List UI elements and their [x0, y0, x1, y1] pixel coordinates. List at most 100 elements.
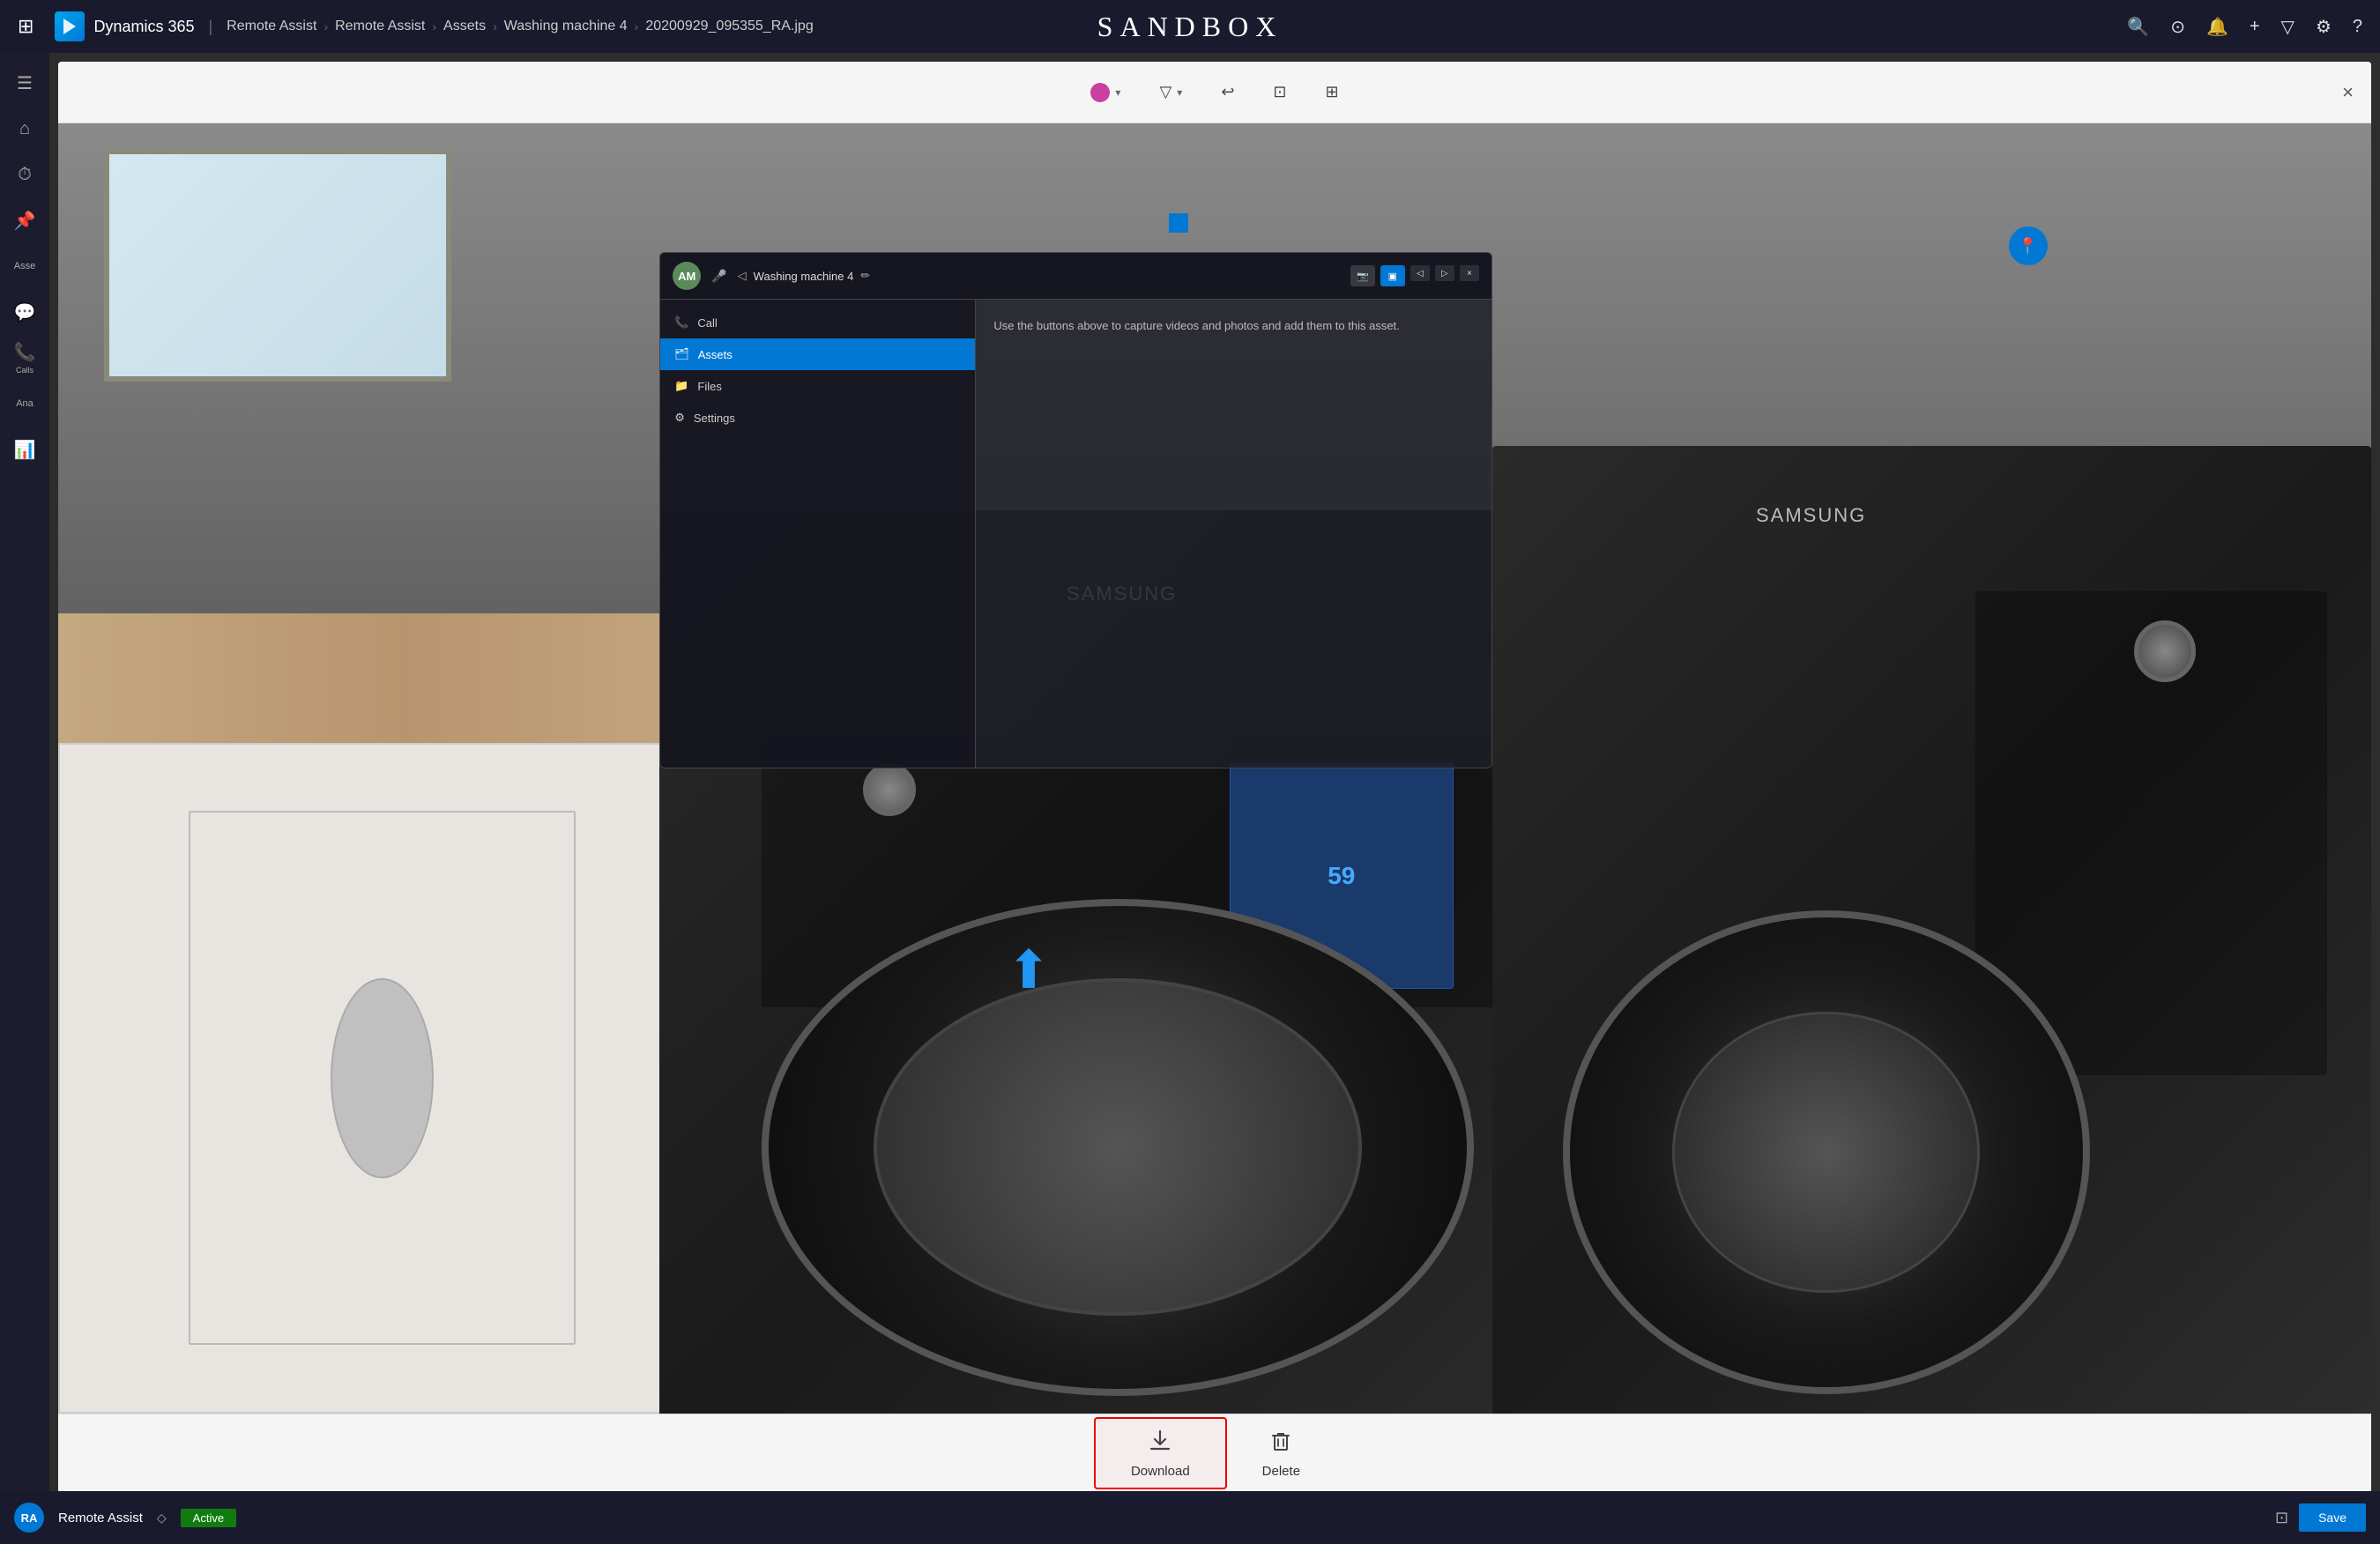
hololens-next-btn[interactable]: ▷: [1435, 265, 1454, 281]
apps-grid-icon[interactable]: ⊞: [18, 15, 33, 38]
download-icon: [1148, 1428, 1172, 1459]
sidebar-item-assets[interactable]: Asse: [4, 245, 46, 287]
analytics-label: Ana: [16, 398, 33, 409]
main-content-area: ▾ ▽ ▾ ↩ ⊡ ⊞ ×: [49, 53, 2380, 1491]
hololens-prev-btn[interactable]: ◁: [1410, 265, 1430, 281]
hololens-body: 📞 Call 🗂 Assets 📁 Files: [660, 300, 1491, 768]
breadcrumb-chevron-3: ›: [493, 19, 497, 33]
scene-counter: [58, 613, 752, 742]
brand-text[interactable]: Dynamics 365: [93, 18, 194, 36]
hololens-close-btn[interactable]: ×: [1460, 265, 1479, 281]
help-icon[interactable]: ?: [2353, 17, 2362, 37]
hololens-video-btn[interactable]: 📷: [1350, 265, 1375, 286]
hololens-content: Use the buttons above to capture videos …: [976, 300, 1491, 768]
modal-close-button[interactable]: ×: [2342, 83, 2354, 102]
download-label: Download: [1131, 1464, 1190, 1479]
menu-icon: ☰: [17, 72, 33, 94]
hololens-nav-files[interactable]: 📁 Files: [660, 370, 975, 402]
notifications-icon[interactable]: 🔔: [2206, 16, 2228, 38]
hololens-ui-panel: AM 🎤 ◁ Washing machine 4 ✏ 📷 ▣ ◁ ▷: [659, 252, 1492, 768]
download-button[interactable]: Download: [1094, 1417, 1227, 1489]
hololens-mic-icon: 🎤: [711, 269, 726, 284]
breadcrumb-item-2[interactable]: Remote Assist: [335, 19, 425, 34]
scene-dryer: SAMSUNG: [1492, 446, 2371, 1414]
hololens-back-icon: ◁: [738, 269, 747, 283]
scene-window: [104, 149, 451, 382]
filter-tool-button[interactable]: ▽ ▾: [1150, 78, 1191, 107]
add-icon[interactable]: +: [2250, 17, 2260, 37]
hololens-avatar: AM: [673, 262, 701, 290]
status-badge: Active: [181, 1509, 236, 1527]
bottom-right-area: ⊡ Save: [2275, 1503, 2366, 1532]
hololens-nav: 📞 Call 🗂 Assets 📁 Files: [660, 300, 976, 768]
settings-icon[interactable]: ⚙: [2316, 16, 2332, 38]
breadcrumb-chevron-1: ›: [324, 19, 328, 33]
sidebar-item-pinned[interactable]: 📌: [4, 199, 46, 241]
breadcrumb-item-1[interactable]: Remote Assist: [227, 19, 316, 34]
sidebar-item-chart[interactable]: 📊: [4, 428, 46, 471]
sidebar-item-analytics[interactable]: Ana: [4, 382, 46, 425]
frame-button[interactable]: ⊞: [1317, 78, 1348, 107]
bottom-status-bar: RA Remote Assist ◇ Active ⊡ Save: [0, 1491, 2380, 1544]
undo-button[interactable]: ↩: [1212, 78, 1243, 107]
sidebar-item-menu[interactable]: ☰: [4, 62, 46, 104]
chart-icon: 📊: [14, 439, 36, 461]
blue-arrow-annotation: ⬆: [1007, 939, 1051, 1001]
hololens-header: AM 🎤 ◁ Washing machine 4 ✏ 📷 ▣ ◁ ▷: [660, 253, 1491, 300]
sidebar-item-chat[interactable]: 💬: [4, 291, 46, 333]
assets-label: Asse: [14, 261, 35, 271]
search-icon[interactable]: 🔍: [2127, 16, 2149, 38]
hololens-nav-settings-label: Settings: [694, 412, 735, 425]
delete-button[interactable]: Delete: [1227, 1419, 1335, 1488]
pin-icon: 📌: [14, 210, 36, 232]
frame-icon: ⊞: [1326, 83, 1339, 101]
color-dot: [1090, 83, 1110, 102]
washing-machine-image: SAMSUNG 59 SAMSUNG: [58, 123, 2371, 1414]
filter-icon[interactable]: ▽: [2281, 16, 2294, 38]
hololens-nav-assets-label: Assets: [698, 348, 733, 361]
filter-icon: ▽: [1159, 83, 1171, 101]
hololens-title-area: ◁ Washing machine 4 ✏: [738, 269, 1340, 283]
nav-divider: |: [208, 18, 212, 36]
hololens-capture-btn[interactable]: ▣: [1380, 265, 1405, 286]
breadcrumb-item-3[interactable]: Assets: [443, 19, 486, 34]
crop-icon: ⊡: [1273, 83, 1286, 101]
crop-button[interactable]: ⊡: [1264, 78, 1295, 107]
recent-icon[interactable]: ⊙: [2170, 16, 2185, 38]
calls-label: Calls: [16, 366, 33, 375]
pin-annotation-button[interactable]: 📍: [2009, 226, 2048, 265]
top-navigation: ⊞ Dynamics 365 | Remote Assist › Remote …: [0, 0, 2380, 53]
hololens-nav-assets[interactable]: 🗂 Assets: [660, 338, 975, 370]
phone-icon: 📞: [14, 341, 36, 363]
breadcrumb-chevron-2: ›: [432, 19, 436, 33]
dynamics-logo: [55, 11, 85, 41]
sidebar-item-home[interactable]: ⌂: [4, 108, 46, 150]
screen-icon[interactable]: ⊡: [2275, 1509, 2288, 1527]
sidebar-item-calls[interactable]: 📞 Calls: [4, 337, 46, 379]
modal-action-bar: Download Delete: [58, 1414, 2371, 1491]
breadcrumb-chevron-4: ›: [635, 19, 639, 33]
breadcrumb: Remote Assist › Remote Assist › Assets ›…: [227, 19, 814, 34]
sidebar-item-recent[interactable]: ⏱: [4, 153, 46, 196]
bottom-app-name: Remote Assist: [58, 1511, 143, 1525]
call-icon: 📞: [674, 315, 688, 330]
home-icon: ⌂: [19, 119, 30, 139]
breadcrumb-item-4[interactable]: Washing machine 4: [504, 19, 628, 34]
color-chevron-icon: ▾: [1115, 86, 1120, 99]
hololens-title: Washing machine 4: [754, 270, 854, 283]
hololens-nav-settings[interactable]: ⚙ Settings: [660, 402, 975, 434]
washer-drum: [762, 899, 1474, 1396]
breadcrumb-item-5[interactable]: 20200929_095355_RA.jpg: [645, 19, 813, 34]
hololens-nav-call[interactable]: 📞 Call: [660, 307, 975, 338]
settings-icon: ⚙: [674, 411, 685, 425]
filter-chevron-icon: ▾: [1177, 86, 1182, 99]
color-picker-button[interactable]: ▾: [1082, 78, 1129, 108]
recent-icon: ⏱: [18, 165, 32, 185]
hololens-nav-files-label: Files: [697, 380, 721, 393]
save-button[interactable]: Save: [2299, 1503, 2366, 1532]
dryer-drum: [1563, 910, 2090, 1394]
scene-cabinet: [58, 743, 706, 1414]
brand-area: Dynamics 365: [55, 11, 194, 41]
hololens-edit-icon[interactable]: ✏: [860, 269, 870, 283]
capture-marker: [1169, 213, 1188, 233]
